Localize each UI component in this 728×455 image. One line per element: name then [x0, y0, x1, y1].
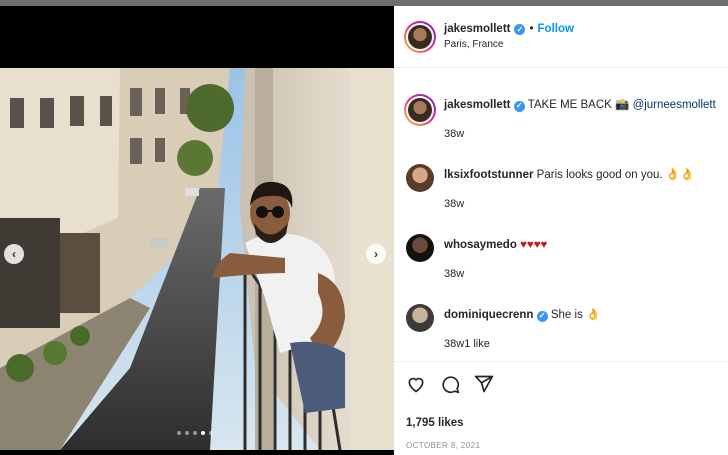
comment-meta: 38w 1 like: [444, 338, 490, 350]
caption-username[interactable]: jakesmollett: [444, 99, 510, 111]
commenter-avatar[interactable]: [406, 164, 434, 192]
avatar-image: [408, 24, 432, 49]
comment-body: whosaymedo ♥♥♥♥: [444, 238, 547, 262]
caption-avatar[interactable]: [404, 94, 436, 126]
caption-text: TAKE ME BACK: [527, 99, 612, 111]
camera-emoji: 📸: [615, 99, 630, 111]
comment-meta: 38w: [444, 198, 464, 210]
comment-row: whosaymedo ♥♥♥♥: [406, 234, 547, 262]
comment-text: Paris looks good on you.: [536, 169, 663, 181]
comment-text: She is: [550, 309, 583, 321]
comment-age[interactable]: 38w: [444, 338, 464, 350]
comment-emoji: 👌: [586, 309, 601, 321]
post-photo: [0, 68, 394, 450]
chevron-left-icon: ‹: [12, 247, 16, 261]
avatar-ring-inner: [406, 22, 434, 51]
caption-mention[interactable]: @jurneesmollett: [633, 99, 716, 111]
post-header: jakesmollett ✓ • Follow Paris, France: [394, 6, 728, 68]
header-text: jakesmollett ✓ • Follow Paris, France: [444, 23, 574, 50]
share-icon[interactable]: [474, 374, 494, 394]
post-date[interactable]: OCTOBER 8, 2021: [406, 441, 480, 450]
comment-username[interactable]: dominiquecrenn: [444, 309, 533, 321]
caption-age[interactable]: 38w: [444, 128, 464, 140]
caption-meta: 38w: [444, 128, 464, 140]
location-link[interactable]: Paris, France: [444, 39, 574, 50]
carousel-dot: [193, 431, 197, 435]
verified-badge-icon: ✓: [513, 100, 525, 112]
likes-count[interactable]: 1,795 likes: [406, 417, 464, 429]
commenter-avatar[interactable]: [406, 304, 434, 332]
post-media-pane: ‹ ›: [0, 6, 394, 455]
comment-age[interactable]: 38w: [444, 198, 464, 210]
carousel-dot: [177, 431, 181, 435]
comment-row: lksixfootstunner Paris looks good on you…: [406, 164, 694, 192]
comment-username[interactable]: lksixfootstunner: [444, 169, 533, 181]
comment-body: dominiquecrenn ✓ She is 👌: [444, 308, 600, 332]
carousel-dot-active: [201, 431, 205, 435]
avatar-ring-inner: [406, 96, 434, 124]
comment-row: dominiquecrenn ✓ She is 👌: [406, 304, 600, 332]
chevron-right-icon: ›: [374, 247, 378, 261]
commenter-avatar[interactable]: [406, 234, 434, 262]
author-username[interactable]: jakesmollett: [444, 23, 510, 35]
verified-badge-icon: ✓: [514, 23, 526, 35]
follow-button[interactable]: Follow: [538, 23, 574, 35]
action-icons: [406, 374, 494, 394]
separator-dot: •: [529, 23, 534, 35]
comment-likes[interactable]: 1 like: [464, 338, 490, 350]
comments-list: jakesmollett ✓ TAKE ME BACK 📸 @jurneesmo…: [394, 68, 728, 360]
comment-meta: 38w: [444, 268, 464, 280]
carousel-indicator: [177, 431, 213, 435]
carousel-dot: [185, 431, 189, 435]
caption-body: jakesmollett ✓ TAKE ME BACK 📸 @jurneesmo…: [444, 98, 716, 126]
post-actions: 1,795 likes OCTOBER 8, 2021: [394, 361, 728, 455]
carousel-dot: [209, 431, 213, 435]
author-avatar[interactable]: [404, 20, 436, 53]
heart-icon[interactable]: [406, 374, 426, 394]
caption-row: jakesmollett ✓ TAKE ME BACK 📸 @jurneesmo…: [404, 94, 716, 126]
verified-badge-icon: ✓: [536, 310, 548, 322]
header-line: jakesmollett ✓ • Follow: [444, 23, 574, 35]
heart-emoji: ♥♥♥♥: [520, 239, 548, 251]
comment-emoji: 👌👌: [665, 169, 695, 181]
carousel-next-button[interactable]: ›: [366, 244, 386, 264]
avatar-image: [408, 98, 432, 122]
post-side-panel: jakesmollett ✓ • Follow Paris, France ja…: [394, 6, 728, 455]
carousel-prev-button[interactable]: ‹: [4, 244, 24, 264]
comment-icon[interactable]: [440, 374, 460, 394]
comment-age[interactable]: 38w: [444, 268, 464, 280]
comment-body: lksixfootstunner Paris looks good on you…: [444, 168, 694, 192]
comment-username[interactable]: whosaymedo: [444, 239, 517, 251]
